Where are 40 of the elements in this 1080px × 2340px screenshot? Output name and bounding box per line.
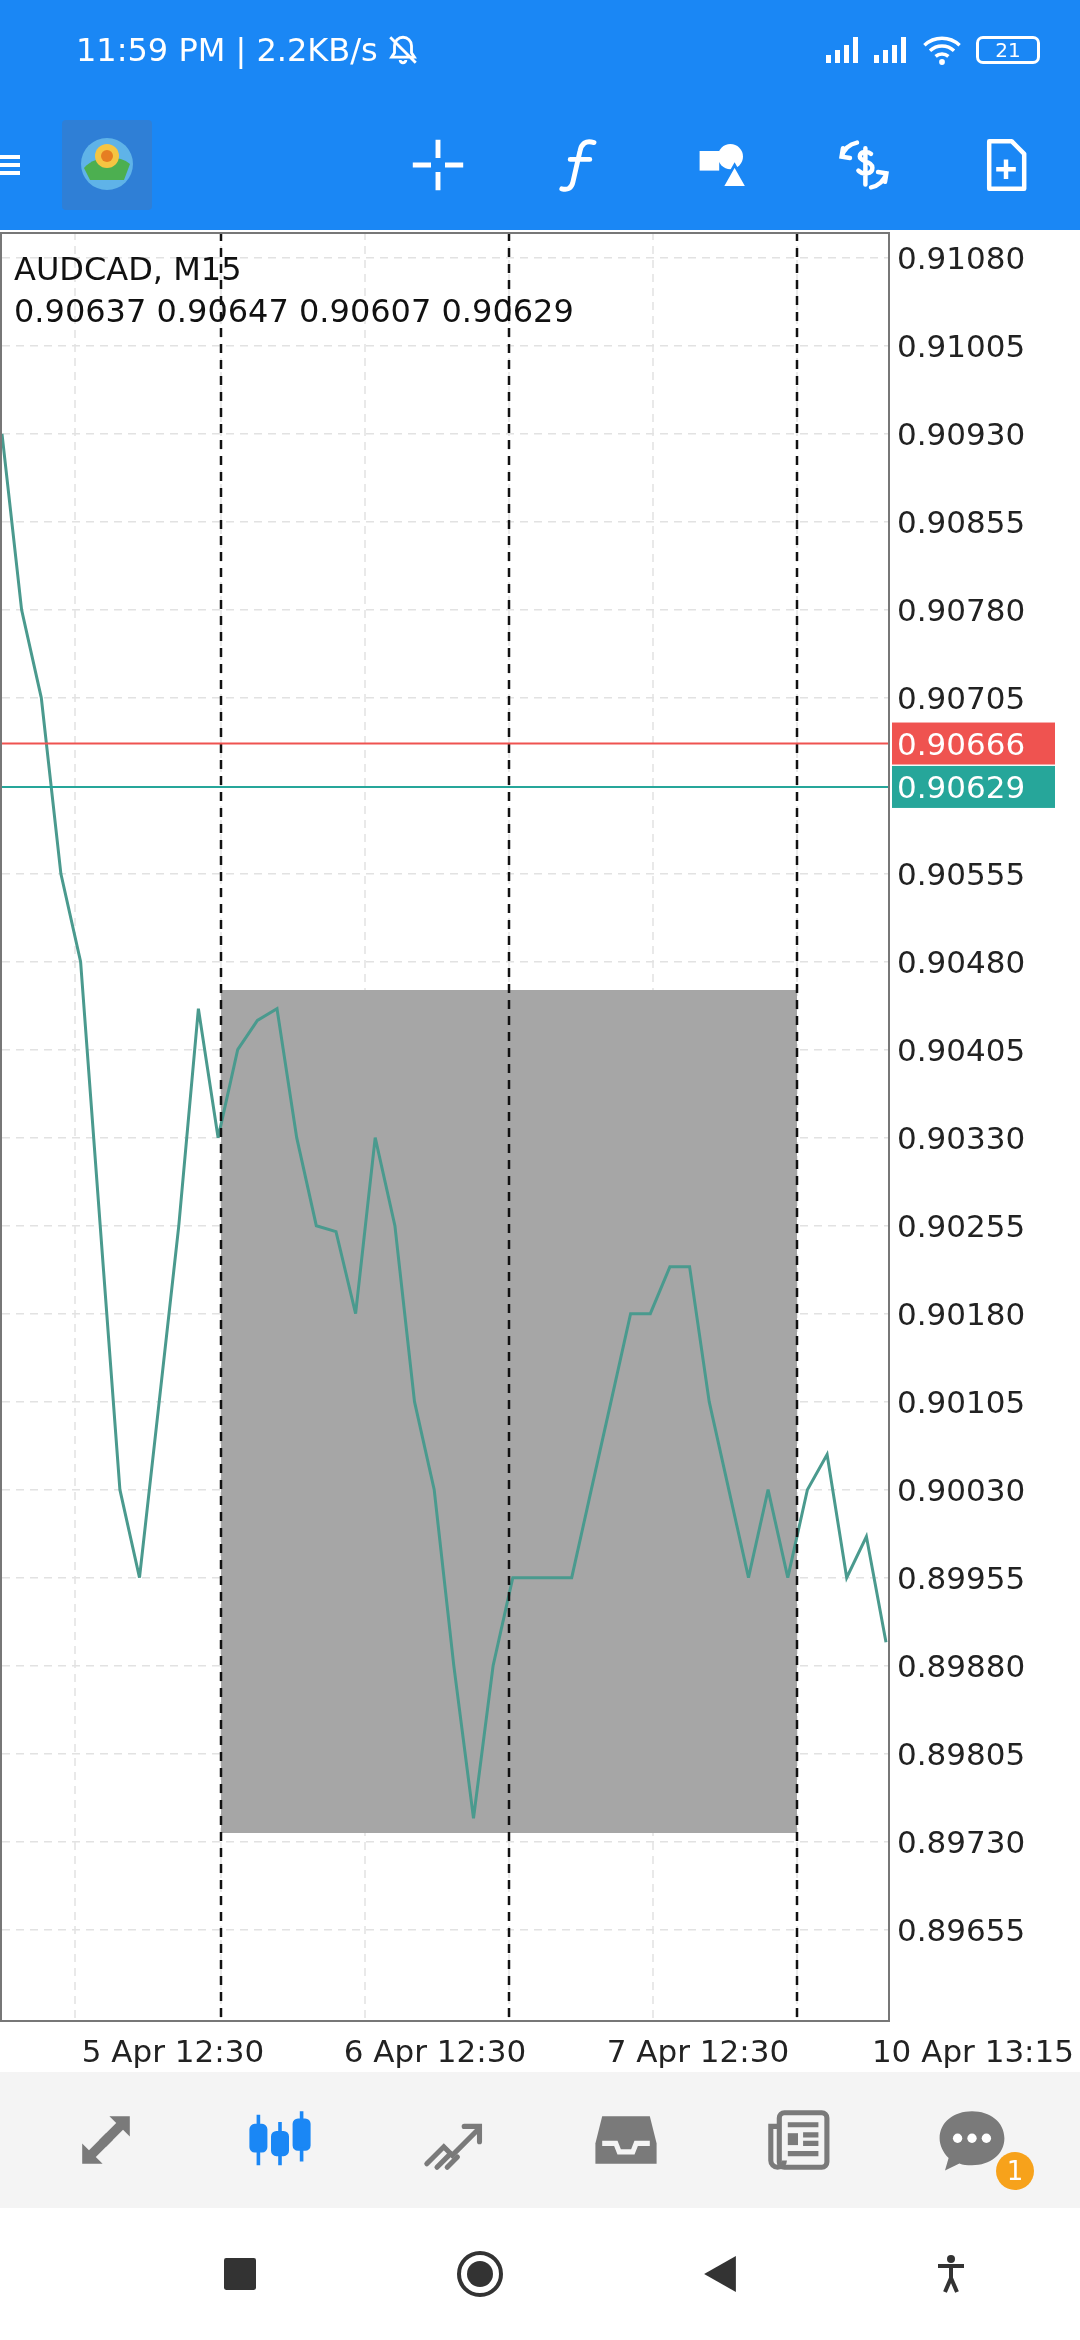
price-axis-label: 0.90330 xyxy=(897,1119,1026,1156)
price-axis-label: 0.89655 xyxy=(897,1911,1026,1948)
ref-line-label: 0.90666 xyxy=(897,725,1026,762)
dollar-arrows-icon[interactable] xyxy=(836,137,892,193)
wifi-icon xyxy=(922,34,962,66)
price-axis-label: 0.90180 xyxy=(897,1295,1026,1332)
price-axis-label: 0.90105 xyxy=(897,1383,1026,1420)
price-axis-label: 0.89730 xyxy=(897,1823,1026,1860)
battery-icon: 21 xyxy=(976,36,1040,64)
ref-line-label: 0.90629 xyxy=(897,768,1026,805)
time-axis-label: 5 Apr 12:30 xyxy=(81,2033,265,2069)
app-logo-icon[interactable] xyxy=(62,120,152,210)
home-icon[interactable] xyxy=(456,2250,504,2298)
price-axis-label: 0.90255 xyxy=(897,1207,1026,1244)
symbol-label: AUDCAD, M15 xyxy=(14,250,243,288)
price-axis-label: 0.90855 xyxy=(897,503,1026,540)
price-axis-label: 0.90930 xyxy=(897,415,1026,452)
ohlc-values: 0.90637 0.90647 0.90607 0.90629 xyxy=(14,292,574,330)
price-axis-label: 0.91005 xyxy=(897,327,1026,364)
price-axis-label: 0.90555 xyxy=(897,855,1026,892)
price-axis-label: 0.90780 xyxy=(897,591,1026,628)
price-axis-label: 0.89880 xyxy=(897,1647,1026,1684)
time-axis-label: 6 Apr 12:30 xyxy=(343,2033,527,2069)
price-axis-label: 0.91080 xyxy=(897,239,1026,276)
price-axis-label: 0.90705 xyxy=(897,679,1026,716)
time-axis-label: 10 Apr 13:15 xyxy=(871,2033,1074,2069)
crosshair-icon[interactable] xyxy=(410,137,466,193)
notification-badge: 1 xyxy=(996,2152,1034,2190)
back-icon[interactable] xyxy=(704,2256,736,2292)
price-axis-label: 0.89805 xyxy=(897,1735,1026,1772)
price-axis-label: 0.90405 xyxy=(897,1031,1026,1068)
status-time: 11:59 PM | 2.2KB/s xyxy=(76,31,378,69)
vertical-line[interactable] xyxy=(795,232,799,2020)
price-axis-label: 0.90030 xyxy=(897,1471,1026,1508)
price-axis-label: 0.90480 xyxy=(897,943,1026,980)
price-tag: 0.90629 xyxy=(892,765,1055,808)
time-axis-label: 7 Apr 12:30 xyxy=(606,2033,790,2069)
price-tag: 0.90666 xyxy=(892,722,1055,765)
price-axis-label: 0.89955 xyxy=(897,1559,1026,1596)
accessibility-icon[interactable] xyxy=(936,2254,966,2294)
